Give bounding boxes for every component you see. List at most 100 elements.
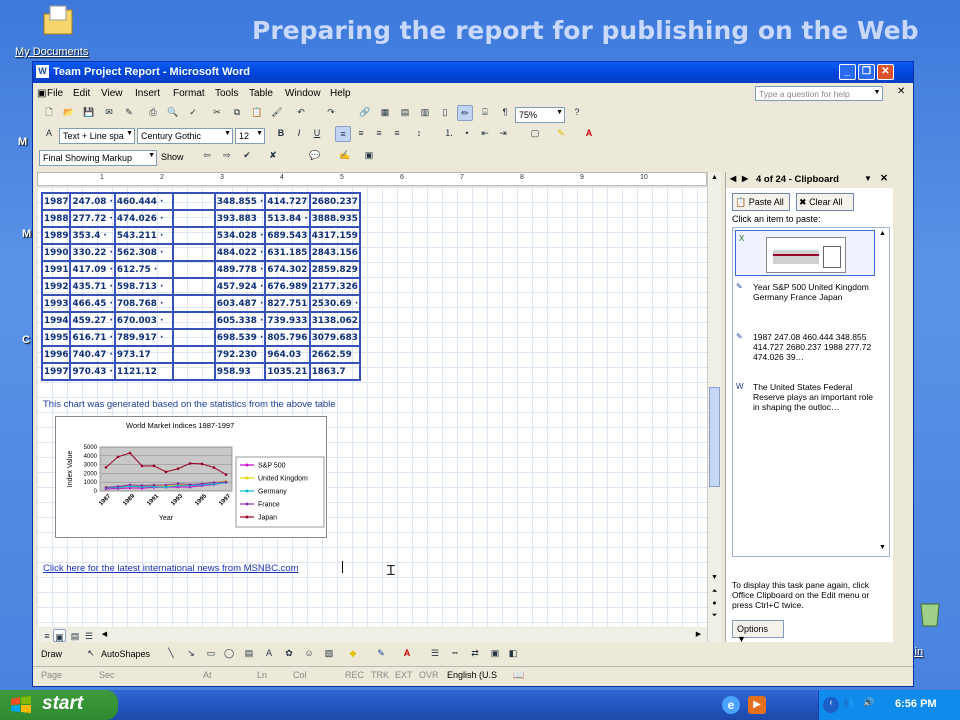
table-cell[interactable]: 435.71 ·: [69, 277, 116, 296]
print-icon[interactable]: ⎙: [145, 105, 161, 121]
table-cell[interactable]: 1121.12: [113, 362, 174, 381]
rectangle-icon[interactable]: ▭: [203, 646, 219, 662]
table-cell[interactable]: [171, 226, 216, 245]
my-documents-label[interactable]: My Documents: [15, 46, 88, 58]
picture-icon[interactable]: ▨: [321, 646, 337, 662]
ask-dropdown-icon[interactable]: ▼: [871, 86, 883, 101]
bullets-icon[interactable]: •: [459, 126, 475, 142]
spelling-icon[interactable]: ✓: [185, 105, 201, 121]
desktop-icon-label-partial[interactable]: M: [18, 136, 27, 148]
table-cell[interactable]: 1995: [40, 328, 72, 347]
table-cell[interactable]: 958.93: [213, 362, 267, 381]
table-cell[interactable]: 676.989: [264, 277, 311, 296]
users-icon[interactable]: 👥: [841, 697, 857, 713]
table-cell[interactable]: 827.751: [264, 294, 311, 313]
style-combo[interactable]: Text + Line spa ▼: [59, 128, 135, 144]
table-cell[interactable]: 2680.237: [308, 192, 362, 211]
clipboard-item[interactable]: W The United States Federal Reserve plays…: [733, 382, 873, 412]
oval-icon[interactable]: ◯: [221, 646, 237, 662]
3d-icon[interactable]: ◧: [505, 646, 521, 662]
autoshapes-menu[interactable]: AutoShapes: [101, 649, 150, 659]
clipboard-item[interactable]: ✎ 1987 247.08 460.444 348.855 414.727 268…: [733, 332, 873, 362]
cut-icon[interactable]: ✂: [209, 105, 225, 121]
recycle-bin-icon[interactable]: [916, 598, 944, 628]
permission-icon[interactable]: ✉: [101, 105, 117, 121]
title-bar[interactable]: W Team Project Report - Microsoft Word _…: [33, 62, 913, 83]
clock[interactable]: 6:56 PM: [895, 698, 937, 710]
minimize-button[interactable]: _: [839, 64, 856, 80]
zoom-combo[interactable]: 75% ▼: [515, 107, 565, 123]
horizontal-ruler[interactable]: 1 2 3 4 5 6 7 8 9 10: [37, 172, 707, 186]
table-cell[interactable]: 1987: [40, 192, 72, 211]
table-cell[interactable]: 964.03: [264, 345, 311, 364]
prev-page-icon[interactable]: ⏶: [709, 588, 720, 599]
draw-menu[interactable]: Draw: [41, 649, 62, 659]
next-change-icon[interactable]: ⇨: [219, 148, 235, 164]
bold-button[interactable]: B: [273, 126, 289, 142]
table-cell[interactable]: 674.302: [264, 260, 311, 279]
paste-icon[interactable]: 📋: [249, 105, 265, 121]
wordart-icon[interactable]: A: [261, 646, 277, 662]
table-cell[interactable]: 484.022 ·: [213, 243, 267, 262]
arrow-icon[interactable]: ↘: [183, 646, 199, 662]
start-button[interactable]: start: [0, 690, 118, 720]
select-objects-icon[interactable]: ↖: [83, 646, 99, 662]
table-cell[interactable]: 330.22 ·: [69, 243, 116, 262]
ask-question-input[interactable]: Type a question for help: [755, 86, 883, 101]
table-cell[interactable]: 1994: [40, 311, 72, 330]
table-cell[interactable]: 393.883: [213, 209, 267, 228]
email-icon[interactable]: ✎: [121, 105, 137, 121]
menu-help[interactable]: Help: [330, 88, 351, 99]
pane-menu-icon[interactable]: ▼: [864, 174, 872, 183]
table-cell[interactable]: 598.713 ·: [113, 277, 174, 296]
scroll-left-icon[interactable]: ◀: [99, 630, 110, 641]
table-cell[interactable]: 603.487 ·: [213, 294, 267, 313]
maximize-button[interactable]: ❐: [858, 64, 875, 80]
table-cell[interactable]: [171, 192, 216, 211]
underline-button[interactable]: U: [309, 126, 325, 142]
menu-window[interactable]: Window: [285, 88, 321, 99]
table-cell[interactable]: 970.43 ·: [69, 362, 116, 381]
numbering-icon[interactable]: ⒈: [441, 126, 457, 142]
table-cell[interactable]: 1991: [40, 260, 72, 279]
table-cell[interactable]: [171, 345, 216, 364]
columns-icon[interactable]: ▯: [437, 105, 453, 121]
volume-icon[interactable]: 🔊: [861, 697, 877, 713]
insert-table-icon[interactable]: ▤: [397, 105, 413, 121]
font-color-icon[interactable]: A: [581, 126, 597, 142]
table-cell[interactable]: 2530.69 ·: [308, 294, 362, 313]
menu-tools[interactable]: Tools: [215, 88, 238, 99]
desktop-icon-label-partial-2[interactable]: M: [22, 228, 31, 240]
table-cell[interactable]: 513.84 ·: [264, 209, 311, 228]
media-quicklaunch-icon[interactable]: ▶: [748, 696, 766, 714]
table-cell[interactable]: 740.47 ·: [69, 345, 116, 364]
paste-all-button[interactable]: 📋 Paste All: [732, 193, 790, 211]
status-ext[interactable]: EXT: [395, 670, 413, 680]
table-cell[interactable]: [171, 277, 216, 296]
table-cell[interactable]: 708.768 ·: [113, 294, 174, 313]
scroll-down-icon[interactable]: ▼: [709, 574, 720, 585]
format-painter-icon[interactable]: 🖌: [269, 105, 285, 121]
scroll-right-icon[interactable]: ▶: [693, 630, 704, 641]
table-cell[interactable]: 1989: [40, 226, 72, 245]
next-page-icon[interactable]: ⏷: [709, 612, 720, 623]
table-cell[interactable]: 605.338 ·: [213, 311, 267, 330]
open-icon[interactable]: 📂: [61, 105, 77, 121]
menu-table[interactable]: Table: [249, 88, 273, 99]
scroll-thumb[interactable]: [709, 387, 720, 487]
spelling-status-icon[interactable]: 📖: [513, 670, 524, 681]
text-box-icon[interactable]: ▤: [241, 646, 257, 662]
table-cell[interactable]: [171, 260, 216, 279]
clip-art-icon[interactable]: ☺: [301, 646, 317, 662]
tables-borders-icon[interactable]: ▦: [377, 105, 393, 121]
reject-change-icon[interactable]: ✘: [265, 148, 281, 164]
line-style-icon[interactable]: ☰: [427, 646, 443, 662]
table-cell[interactable]: 459.27 ·: [69, 311, 116, 330]
table-cell[interactable]: 2859.829: [308, 260, 362, 279]
draw-font-color-icon[interactable]: A: [399, 646, 415, 662]
table-cell[interactable]: 1035.21: [264, 362, 311, 381]
accept-change-icon[interactable]: ✔: [239, 148, 255, 164]
styles-formatting-icon[interactable]: A: [41, 126, 57, 142]
table-cell[interactable]: [171, 294, 216, 313]
table-cell[interactable]: 457.924 ·: [213, 277, 267, 296]
